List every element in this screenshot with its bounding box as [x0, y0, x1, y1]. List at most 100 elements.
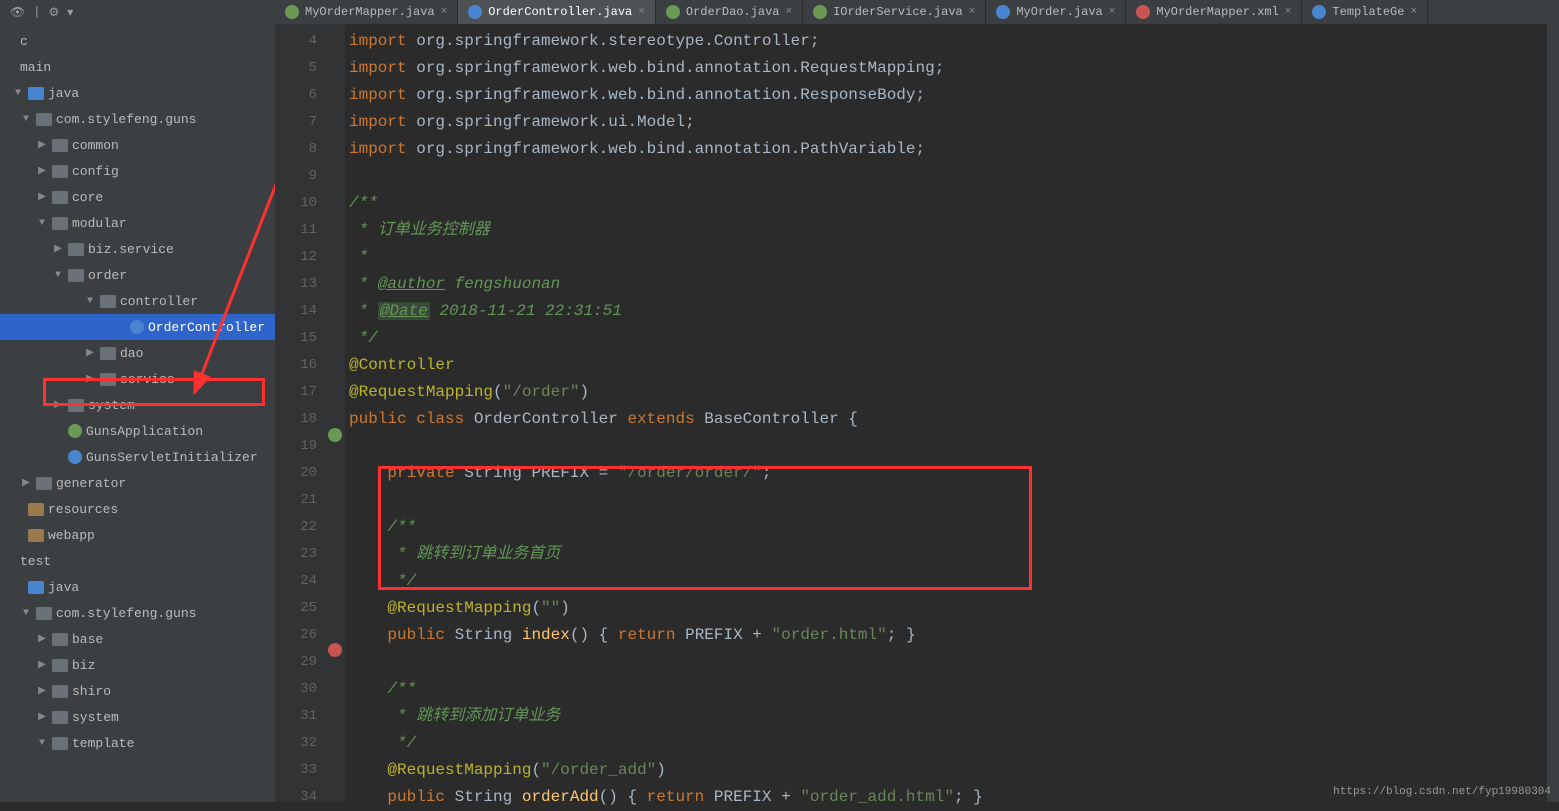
project-tree[interactable]: cmain▼java▼com.stylefeng.guns▶common▶con…: [0, 24, 275, 802]
tree-label: system: [88, 398, 135, 413]
tree-node-system[interactable]: ▶system: [0, 704, 275, 730]
line-number: 32: [275, 730, 317, 757]
dropdown-icon[interactable]: ▾: [67, 5, 73, 20]
tree-label: dao: [120, 346, 143, 361]
tree-node-c[interactable]: c: [0, 28, 275, 54]
tab-ordercontroller-java[interactable]: OrderController.java×: [458, 0, 656, 24]
code-line: /**: [345, 514, 1559, 541]
tree-node-order[interactable]: ▼ order: [0, 262, 275, 288]
tree-node-biz[interactable]: ▶biz: [0, 652, 275, 678]
close-icon[interactable]: ×: [1109, 6, 1116, 18]
tree-node-common[interactable]: ▶common: [0, 132, 275, 158]
tree-node-config[interactable]: ▶config: [0, 158, 275, 184]
line-number: 16: [275, 352, 317, 379]
tree-label: com.stylefeng.guns: [56, 112, 196, 127]
expand-arrow[interactable]: ▶: [36, 191, 48, 203]
expand-arrow[interactable]: ▶: [36, 139, 48, 151]
tree-node-base[interactable]: ▶ base: [0, 626, 275, 652]
tree-node-dao[interactable]: ▶ dao: [0, 340, 275, 366]
tree-label: c: [20, 34, 28, 49]
tab-label: OrderDao.java: [686, 5, 780, 19]
expand-arrow[interactable]: ▶: [20, 477, 32, 489]
tree-node-main[interactable]: main: [0, 54, 275, 80]
code-area[interactable]: import org.springframework.stereotype.Co…: [345, 24, 1559, 802]
code-line: [345, 163, 1559, 190]
tree-node-controller[interactable]: ▼controller: [0, 288, 275, 314]
expand-arrow[interactable]: ▶: [36, 165, 48, 177]
expand-arrow[interactable]: ▼: [20, 608, 32, 619]
tree-node-ordercontroller[interactable]: OrderController: [0, 314, 275, 340]
tree-node-biz-service[interactable]: ▶biz.service: [0, 236, 275, 262]
file-icon: [1136, 5, 1150, 19]
search-icon[interactable]: 👁: [10, 5, 25, 20]
tab-iorderservice-java[interactable]: IOrderService.java×: [803, 0, 986, 24]
tree-node-test[interactable]: test: [0, 548, 275, 574]
tree-node-shiro[interactable]: ▶shiro: [0, 678, 275, 704]
folder-icon: [28, 87, 44, 100]
tree-node-resources[interactable]: resources: [0, 496, 275, 522]
tree-node-java[interactable]: java: [0, 574, 275, 600]
expand-arrow[interactable]: ▶: [84, 373, 96, 385]
expand-arrow[interactable]: ▼: [36, 218, 48, 229]
file-icon: [666, 5, 680, 19]
tree-node-gunsservletinitializer[interactable]: GunsServletInitializer: [0, 444, 275, 470]
scrollbar[interactable]: [1547, 24, 1559, 802]
close-icon[interactable]: ×: [969, 6, 976, 18]
tab-myordermapper-java[interactable]: MyOrderMapper.java×: [275, 0, 458, 24]
expand-arrow[interactable]: ▶: [52, 243, 64, 255]
tab-myordermapper-xml[interactable]: MyOrderMapper.xml×: [1126, 0, 1302, 24]
expand-arrow[interactable]: ▶: [36, 633, 48, 645]
tab-myorder-java[interactable]: MyOrder.java×: [986, 0, 1126, 24]
expand-arrow[interactable]: ▶: [36, 659, 48, 671]
tab-orderdao-java[interactable]: OrderDao.java ×: [656, 0, 803, 24]
tree-node-system[interactable]: ▶ system: [0, 392, 275, 418]
tree-label: base: [72, 632, 103, 647]
tree-node-modular[interactable]: ▼modular: [0, 210, 275, 236]
tree-node-com-stylefeng-guns[interactable]: ▼ com.stylefeng.guns: [0, 106, 275, 132]
tree-node-com-stylefeng-guns[interactable]: ▼com.stylefeng.guns: [0, 600, 275, 626]
tree-node-service[interactable]: ▶service: [0, 366, 275, 392]
expand-arrow[interactable]: ▼: [36, 738, 48, 749]
tree-node-template[interactable]: ▼template: [0, 730, 275, 756]
expand-arrow[interactable]: ▶: [36, 711, 48, 723]
line-number: 5: [275, 55, 317, 82]
toolbar-row: 👁 | ⚙ ▾ MyOrderMapper.java×OrderControll…: [0, 0, 1559, 24]
folder-icon: [28, 581, 44, 594]
expand-arrow[interactable]: ▼: [20, 114, 32, 125]
code-editor[interactable]: 4567891011121314151617181920212223242526…: [275, 24, 1559, 802]
close-icon[interactable]: ×: [638, 6, 645, 18]
tree-label: GunsApplication: [86, 424, 203, 439]
folder-icon: [68, 399, 84, 412]
gear-icon[interactable]: ⚙: [48, 5, 59, 20]
close-icon[interactable]: ×: [441, 6, 448, 18]
gutter-icons: [325, 24, 345, 802]
line-number: 34: [275, 784, 317, 811]
close-icon[interactable]: ×: [786, 6, 793, 18]
code-line: /**: [345, 676, 1559, 703]
tree-label: order: [88, 268, 127, 283]
code-line: [345, 487, 1559, 514]
expand-arrow[interactable]: ▶: [52, 399, 64, 411]
folder-icon: [52, 711, 68, 724]
expand-arrow[interactable]: ▶: [84, 347, 96, 359]
expand-arrow[interactable]: ▼: [12, 88, 24, 99]
tree-node-java[interactable]: ▼ java: [0, 80, 275, 106]
file-icon: [813, 5, 827, 19]
expand-arrow[interactable]: ▼: [52, 270, 64, 281]
tree-label: generator: [56, 476, 126, 491]
tree-label: java: [48, 86, 79, 101]
line-number: 22: [275, 514, 317, 541]
tree-node-core[interactable]: ▶core: [0, 184, 275, 210]
tree-node-generator[interactable]: ▶ generator: [0, 470, 275, 496]
close-icon[interactable]: ×: [1410, 6, 1417, 18]
tree-node-gunsapplication[interactable]: GunsApplication: [0, 418, 275, 444]
close-icon[interactable]: ×: [1285, 6, 1292, 18]
folder-icon: [52, 217, 68, 230]
expand-arrow[interactable]: ▼: [84, 296, 96, 307]
tree-node-webapp[interactable]: webapp: [0, 522, 275, 548]
tab-templatege[interactable]: TemplateGe×: [1302, 0, 1428, 24]
line-number: 4: [275, 28, 317, 55]
file-icon: [285, 5, 299, 19]
code-line: * 订单业务控制器: [345, 217, 1559, 244]
expand-arrow[interactable]: ▶: [36, 685, 48, 697]
